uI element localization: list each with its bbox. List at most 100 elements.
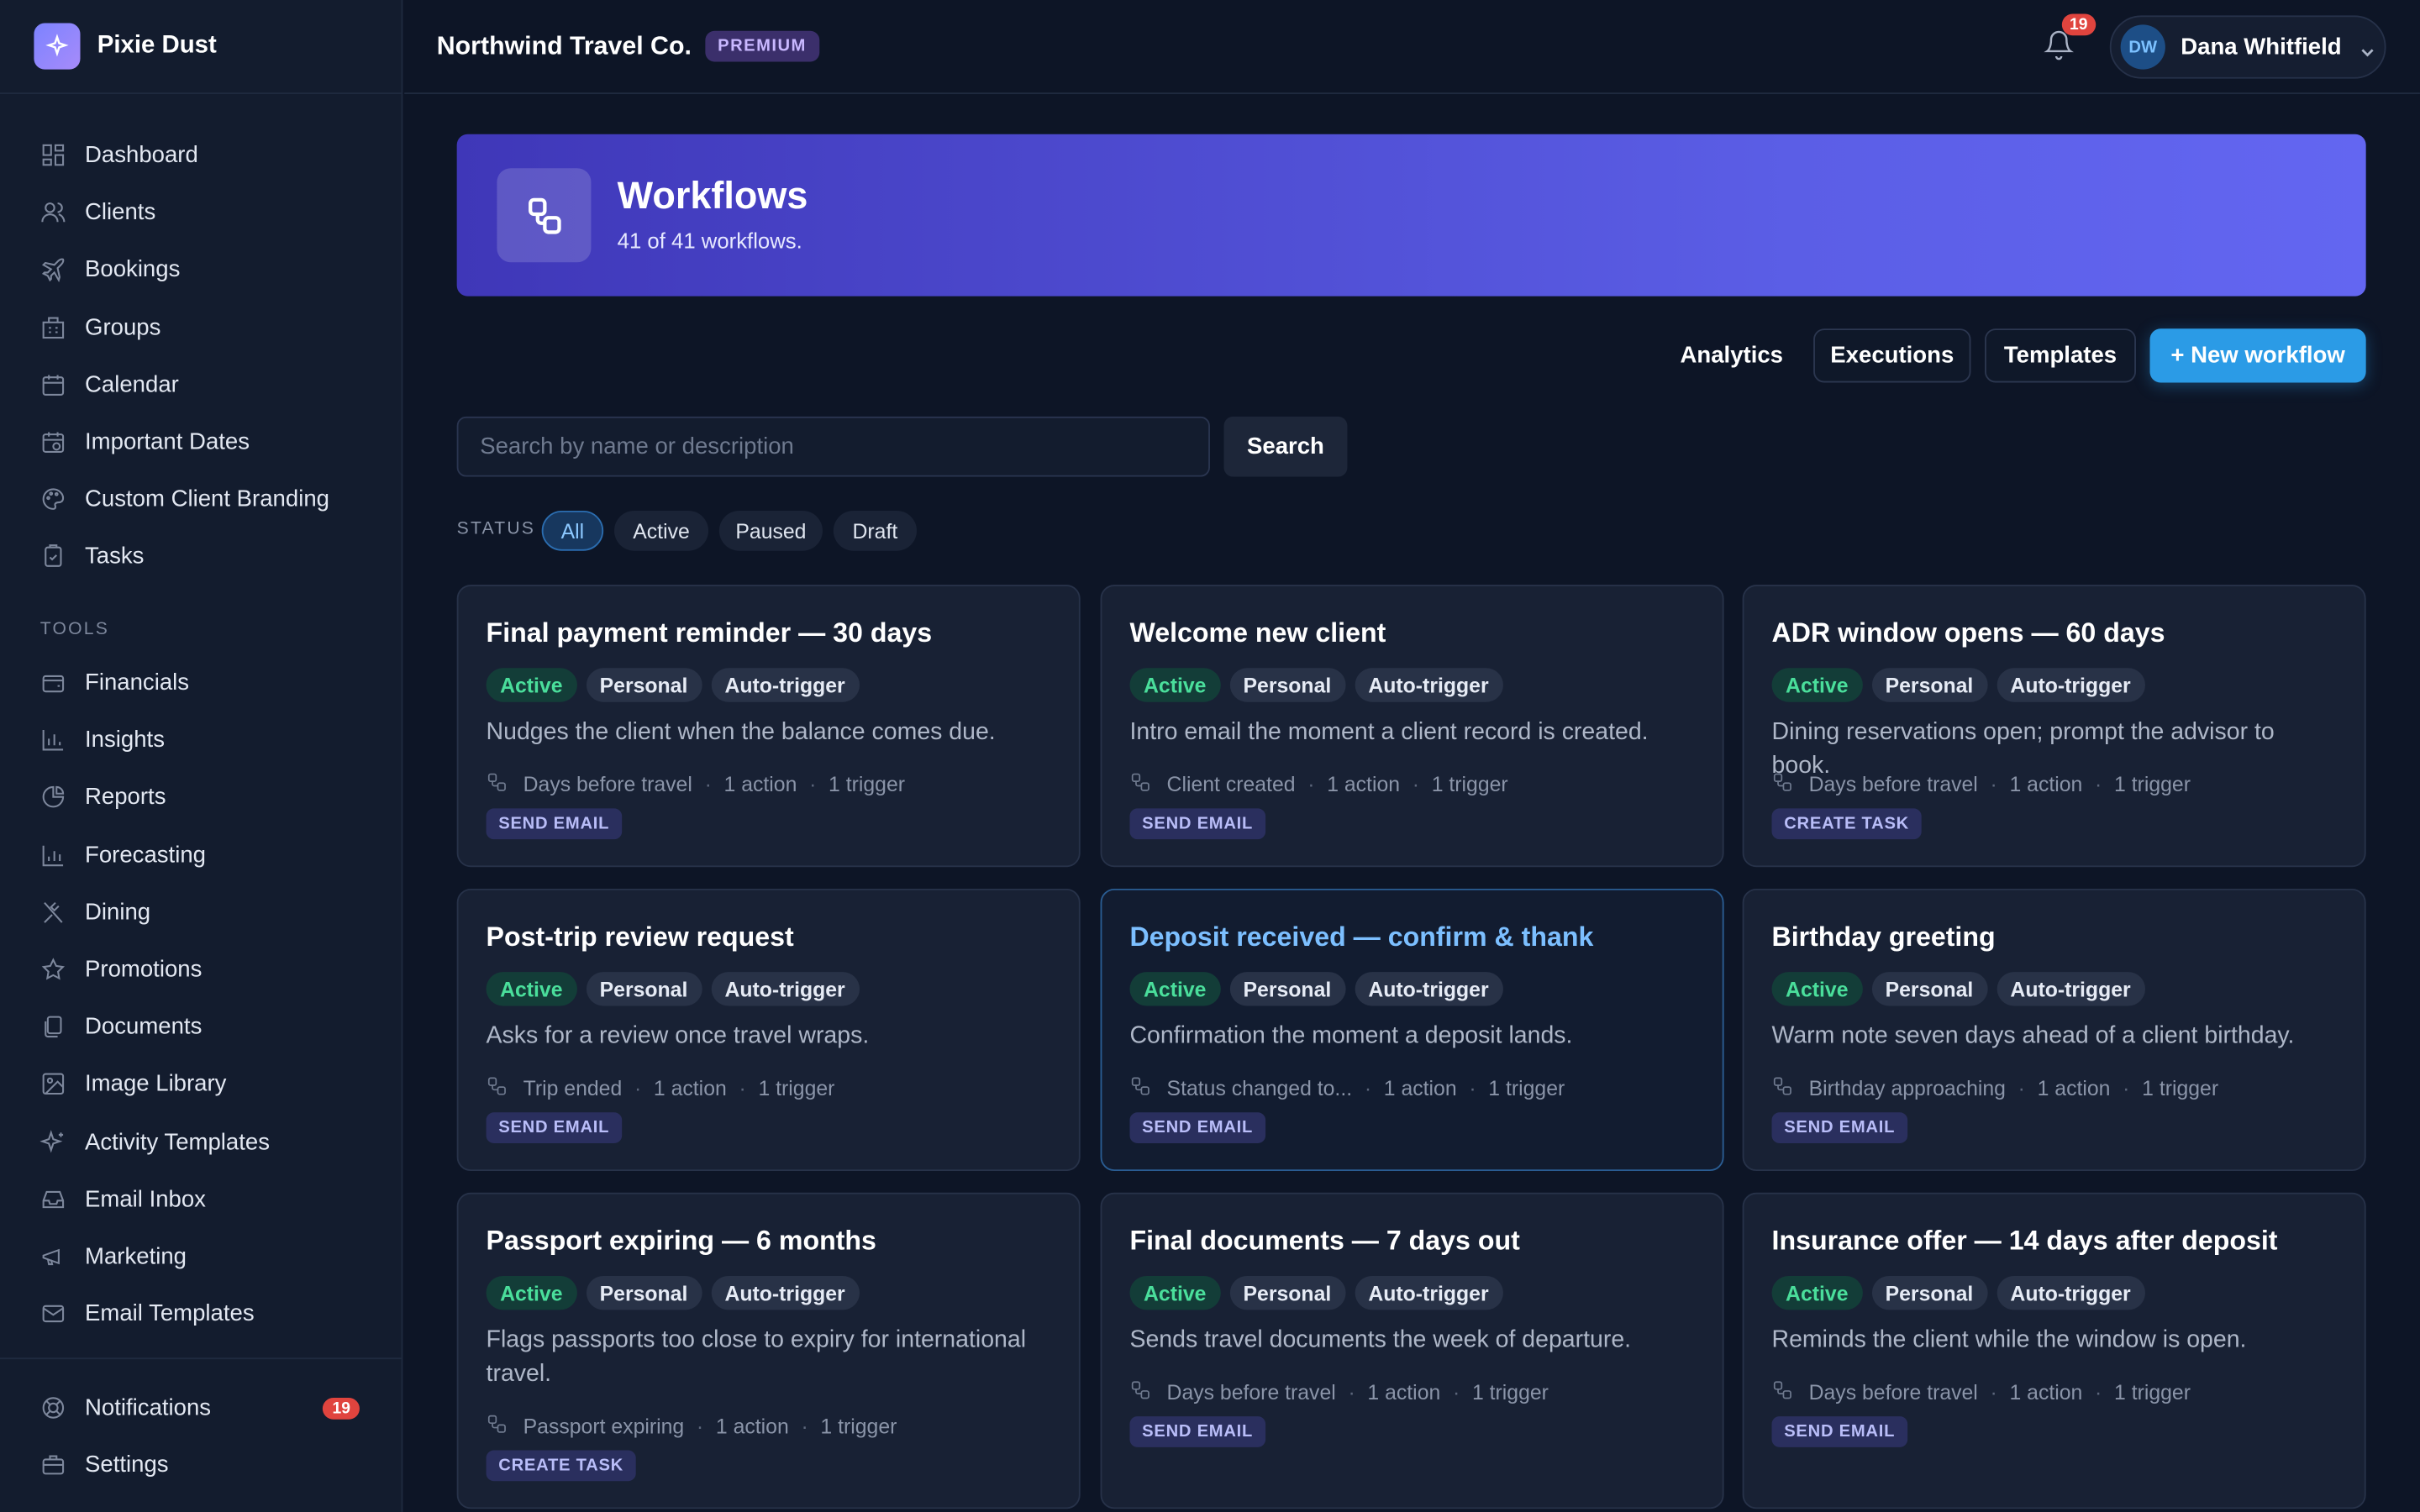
filter-chip-draft[interactable]: Draft bbox=[833, 510, 917, 551]
analytics-button[interactable]: Analytics bbox=[1664, 328, 1800, 382]
brand[interactable]: Pixie Dust bbox=[0, 0, 402, 95]
sidebar-item-groups[interactable]: Groups bbox=[0, 299, 402, 356]
workflow-card[interactable]: Welcome new client Active Personal Auto-tri… bbox=[1100, 585, 1724, 868]
sidebar-item-label: Insights bbox=[85, 727, 165, 753]
workflow-card[interactable]: Final documents — 7 days out Active Person… bbox=[1100, 1192, 1724, 1509]
sidebar-item-image-library[interactable]: Image Library bbox=[0, 1056, 402, 1113]
workflow-card[interactable]: Insurance offer — 14 days after deposit A… bbox=[1742, 1192, 2366, 1509]
sidebar-item-insights[interactable]: Insights bbox=[0, 711, 402, 769]
image-icon bbox=[42, 1074, 65, 1095]
sidebar-item-email-inbox[interactable]: Email Inbox bbox=[0, 1170, 402, 1227]
files-icon bbox=[45, 1016, 62, 1038]
sidebar-item-activity-templates[interactable]: Activity Templates bbox=[0, 1113, 402, 1170]
workflow-title[interactable]: Insurance offer — 14 days after deposit bbox=[1772, 1225, 2278, 1257]
wallet-icon bbox=[42, 675, 65, 693]
sidebar-item-label: Marketing bbox=[85, 1243, 187, 1270]
trigger-count: 1 trigger bbox=[829, 773, 906, 796]
status-badge: Active bbox=[1129, 972, 1220, 1006]
workflow-card[interactable]: ADR window opens — 60 days Active Personal… bbox=[1742, 585, 2366, 868]
sidebar-item-label: Groups bbox=[85, 314, 161, 341]
workflow-title[interactable]: Post-trip review request bbox=[487, 921, 794, 954]
sidebar-item-documents[interactable]: Documents bbox=[0, 999, 402, 1056]
sidebar-item-label: Forecasting bbox=[85, 842, 206, 869]
workflow-title[interactable]: Deposit received — confirm & thank bbox=[1129, 921, 1593, 954]
trigger-count: 1 trigger bbox=[2114, 773, 2191, 796]
filter-chip-all[interactable]: All bbox=[541, 510, 604, 551]
sparkle-logo-icon bbox=[34, 23, 81, 70]
trigger-type: Client created bbox=[1166, 773, 1296, 796]
trigger-mode-badge: Auto-trigger bbox=[710, 972, 860, 1006]
status-badge: Active bbox=[1771, 972, 1863, 1006]
scope-badge: Personal bbox=[1871, 668, 1987, 702]
topbar: Northwind Travel Co. PREMIUM 19 DW Dana … bbox=[404, 0, 2420, 95]
new-workflow-button[interactable]: + New workflow bbox=[2149, 328, 2366, 383]
trigger-icon bbox=[487, 1413, 523, 1439]
sidebar-item-label: Bookings bbox=[85, 256, 181, 283]
filter-chip-active[interactable]: Active bbox=[614, 510, 709, 551]
sidebar-item-label: Image Library bbox=[85, 1071, 227, 1098]
sidebar-item-marketing[interactable]: Marketing bbox=[0, 1228, 402, 1285]
sidebar-item-promotions[interactable]: Promotions bbox=[0, 941, 402, 998]
workflow-title[interactable]: ADR window opens — 60 days bbox=[1772, 617, 2165, 650]
separator-dot: · bbox=[1452, 1380, 1460, 1404]
calendar-clock-icon bbox=[42, 432, 65, 454]
workflow-tags: Active Personal Auto-trigger bbox=[1771, 1275, 2145, 1310]
workflow-tags: Active Personal Auto-trigger bbox=[486, 668, 860, 702]
trigger-type: Passport expiring bbox=[523, 1415, 685, 1438]
org-name: Northwind Travel Co. bbox=[436, 31, 692, 60]
workflow-card[interactable]: Final payment reminder — 30 days Active Pe… bbox=[456, 585, 1081, 868]
sidebar-item-financials[interactable]: Financials bbox=[0, 654, 402, 711]
workflow-card[interactable]: Passport expiring — 6 months Active Person… bbox=[456, 1192, 1081, 1509]
sidebar-item-dashboard[interactable]: Dashboard bbox=[0, 127, 402, 184]
search-input[interactable] bbox=[456, 416, 1210, 477]
sidebar-item-important-dates[interactable]: Important Dates bbox=[0, 413, 402, 470]
sidebar-item-label: Important Dates bbox=[85, 428, 250, 455]
sidebar-item-label: Reports bbox=[85, 784, 166, 811]
sidebar-item-label: Dashboard bbox=[85, 142, 198, 169]
avatar: DW bbox=[2120, 24, 2165, 70]
sidebar-item-forecasting[interactable]: Forecasting bbox=[0, 827, 402, 884]
trigger-icon bbox=[1129, 1379, 1166, 1405]
workflow-card[interactable]: Post-trip review request Active Personal Au… bbox=[456, 888, 1081, 1172]
executions-button[interactable]: Executions bbox=[1813, 328, 1971, 383]
trigger-type: Days before travel bbox=[523, 773, 692, 796]
sidebar-item-clients[interactable]: Clients bbox=[0, 184, 402, 241]
sidebar-item-email-templates[interactable]: Email Templates bbox=[0, 1285, 402, 1342]
sidebar-item-reports[interactable]: Reports bbox=[0, 769, 402, 826]
search-button[interactable]: Search bbox=[1223, 416, 1348, 477]
notifications-count-badge: 19 bbox=[323, 1397, 360, 1420]
sidebar-item-label: Custom Client Branding bbox=[85, 486, 329, 513]
action-type-badge: SEND EMAIL bbox=[1129, 1416, 1265, 1447]
trigger-count: 1 trigger bbox=[1488, 1077, 1565, 1100]
scope-badge: Personal bbox=[586, 972, 702, 1006]
separator-dot: · bbox=[801, 1415, 808, 1438]
trigger-mode-badge: Auto-trigger bbox=[1996, 668, 2145, 702]
workflow-title[interactable]: Passport expiring — 6 months bbox=[487, 1225, 876, 1257]
templates-button[interactable]: Templates bbox=[1984, 328, 2136, 383]
workflow-title[interactable]: Welcome new client bbox=[1129, 617, 1386, 650]
workflow-tags: Active Personal Auto-trigger bbox=[486, 1275, 860, 1310]
scope-badge: Personal bbox=[1871, 972, 1987, 1006]
workflow-meta: Days before travel · 1 action · 1 trigger bbox=[1772, 771, 2191, 797]
workflow-title[interactable]: Birthday greeting bbox=[1772, 921, 1996, 954]
sidebar-item-settings[interactable]: Settings bbox=[0, 1436, 402, 1494]
workflow-title[interactable]: Final documents — 7 days out bbox=[1129, 1225, 1519, 1257]
sidebar-item-calendar[interactable]: Calendar bbox=[0, 356, 402, 413]
workflow-card[interactable]: Birthday greeting Active Personal Auto-trig… bbox=[1742, 888, 2366, 1172]
filter-chip-paused[interactable]: Paused bbox=[718, 510, 823, 551]
trigger-count: 1 trigger bbox=[758, 1077, 835, 1100]
sidebar-item-label: Financials bbox=[85, 669, 190, 696]
status-badge: Active bbox=[486, 1275, 577, 1310]
sidebar-item-custom-client-branding[interactable]: Custom Client Branding bbox=[0, 470, 402, 528]
workflow-meta: Days before travel · 1 action · 1 trigger bbox=[1772, 1379, 2191, 1405]
sidebar-item-dining[interactable]: Dining bbox=[0, 884, 402, 941]
workflow-card[interactable]: Deposit received — confirm & thank Active… bbox=[1100, 888, 1724, 1172]
workflow-title[interactable]: Final payment reminder — 30 days bbox=[487, 617, 933, 650]
user-menu-button[interactable]: DW Dana Whitfield bbox=[2109, 15, 2386, 79]
sidebar-item-label: Notifications bbox=[85, 1394, 212, 1421]
sidebar-item-tasks[interactable]: Tasks bbox=[0, 528, 402, 585]
workflow-description: Intro email the moment a client record i… bbox=[1129, 718, 1649, 746]
sidebar-item-bookings[interactable]: Bookings bbox=[0, 241, 402, 298]
workflow-tags: Active Personal Auto-trigger bbox=[1129, 668, 1503, 702]
sidebar-item-notifications[interactable]: Notifications 19 bbox=[0, 1379, 402, 1436]
